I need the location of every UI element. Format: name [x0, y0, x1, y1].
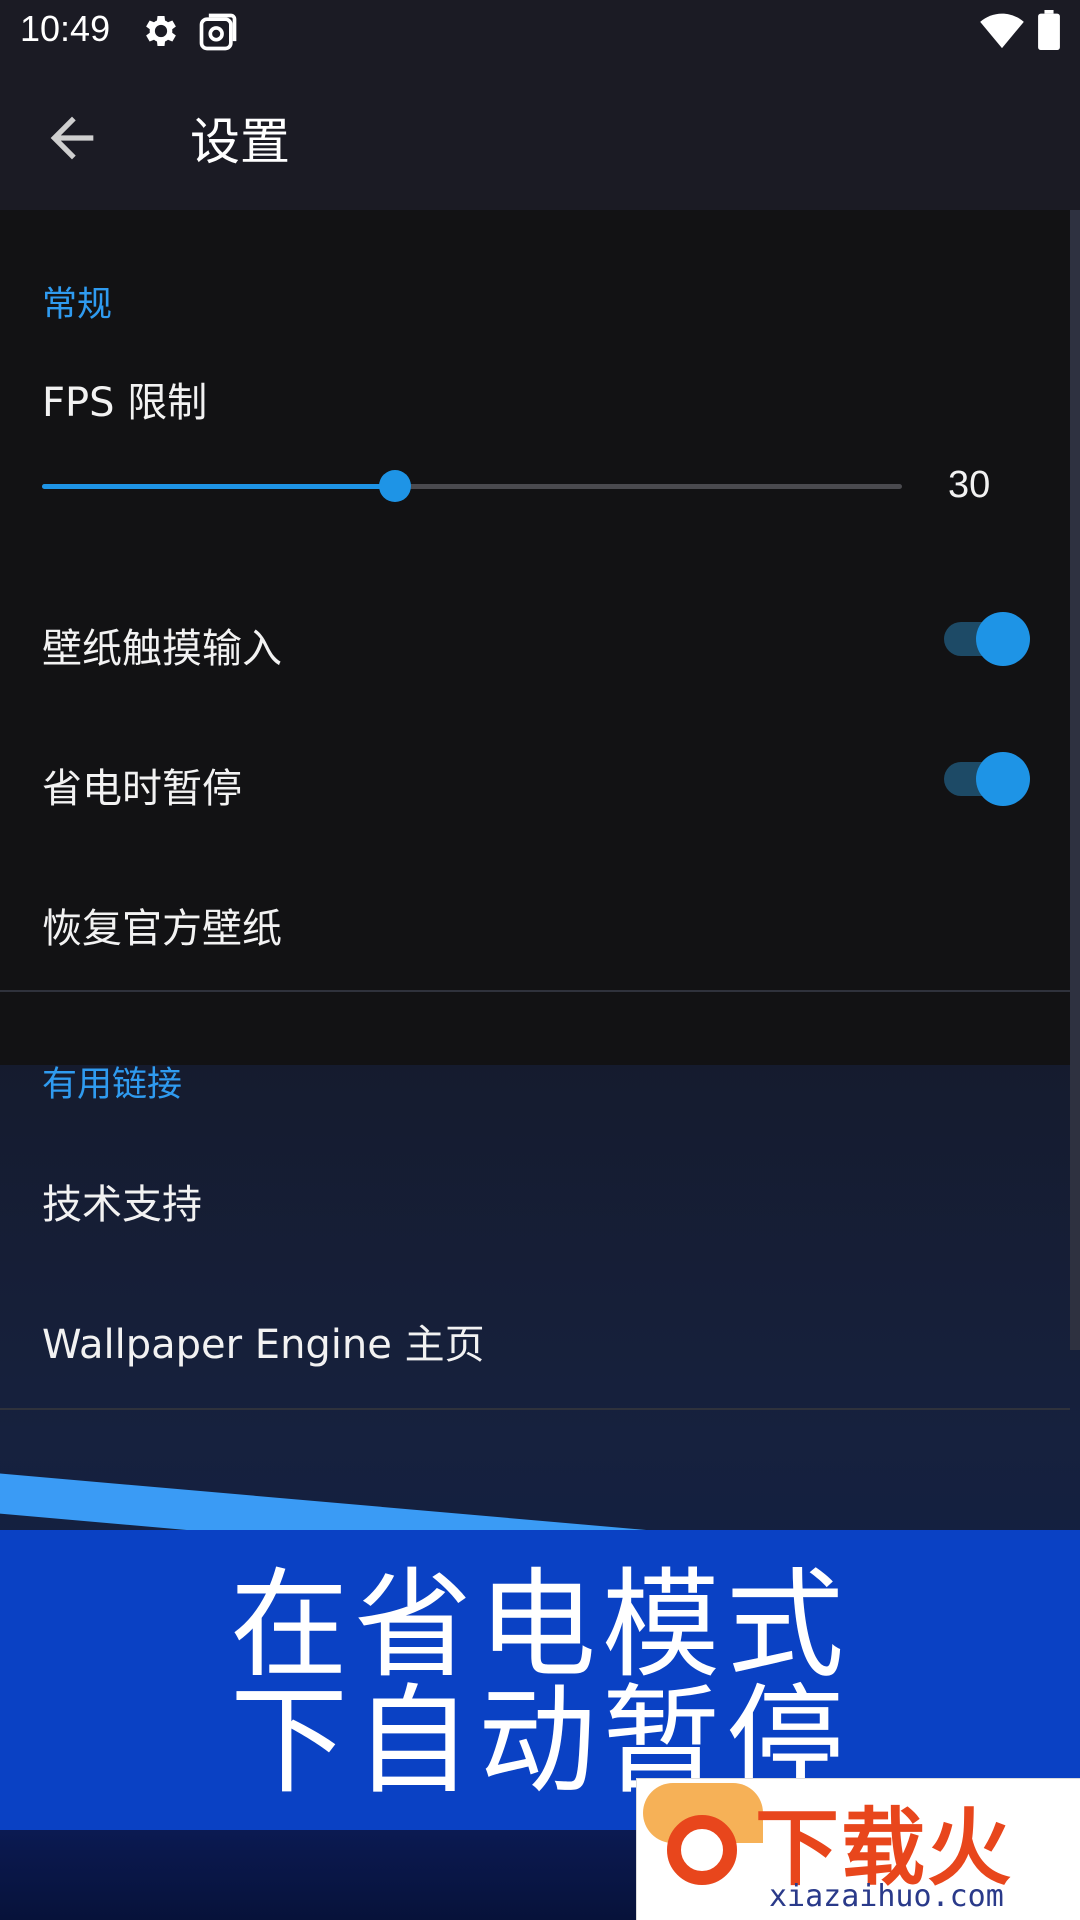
fps-slider[interactable]	[42, 470, 902, 502]
toggle-knob	[976, 612, 1030, 666]
fps-slider-thumb[interactable]	[378, 470, 411, 502]
scrollbar[interactable]	[1070, 210, 1080, 1350]
gear-icon	[146, 15, 176, 47]
app-bar: 设置	[0, 62, 1080, 210]
fps-value: 30	[948, 464, 991, 506]
fps-slider-fill	[42, 484, 395, 489]
section-label-links: 有用链接	[42, 1065, 183, 1105]
screen: 10:49 设置 常规 FPS 限制 30 壁纸触摸输入 省电时暂停 恢复官方壁…	[0, 0, 1080, 1920]
touch-input-toggle[interactable]	[944, 612, 1030, 666]
download-circle-icon	[667, 1815, 737, 1885]
section-label-general: 常规	[42, 285, 113, 325]
toggle-knob	[976, 752, 1030, 806]
battery-icon	[1038, 10, 1060, 50]
pause-power-saving-toggle[interactable]	[944, 752, 1030, 806]
watermark-logo: 下载火 xiazaihuo.com	[636, 1778, 1080, 1920]
status-time: 10:49	[20, 8, 111, 49]
arrow-left-icon	[50, 116, 94, 160]
touch-input-label[interactable]: 壁纸触摸输入	[42, 616, 282, 674]
tech-support-link[interactable]: 技术支持	[42, 1172, 202, 1230]
divider	[0, 1408, 1070, 1410]
status-bar: 10:49	[0, 0, 1080, 62]
screenshot-icon	[199, 13, 237, 51]
homepage-link[interactable]: Wallpaper Engine 主页	[42, 1312, 485, 1370]
restore-wallpaper-item[interactable]: 恢复官方壁纸	[42, 896, 282, 954]
fps-limit-label: FPS 限制	[42, 380, 208, 426]
back-button[interactable]	[40, 106, 104, 170]
watermark-url: xiazaihuo.com	[769, 1879, 1004, 1914]
pause-power-saving-label[interactable]: 省电时暂停	[42, 756, 242, 814]
banner-line-1: 在省电模式	[229, 1556, 850, 1694]
wifi-icon	[980, 13, 1024, 49]
divider	[0, 990, 1070, 992]
page-title: 设置	[190, 113, 290, 171]
